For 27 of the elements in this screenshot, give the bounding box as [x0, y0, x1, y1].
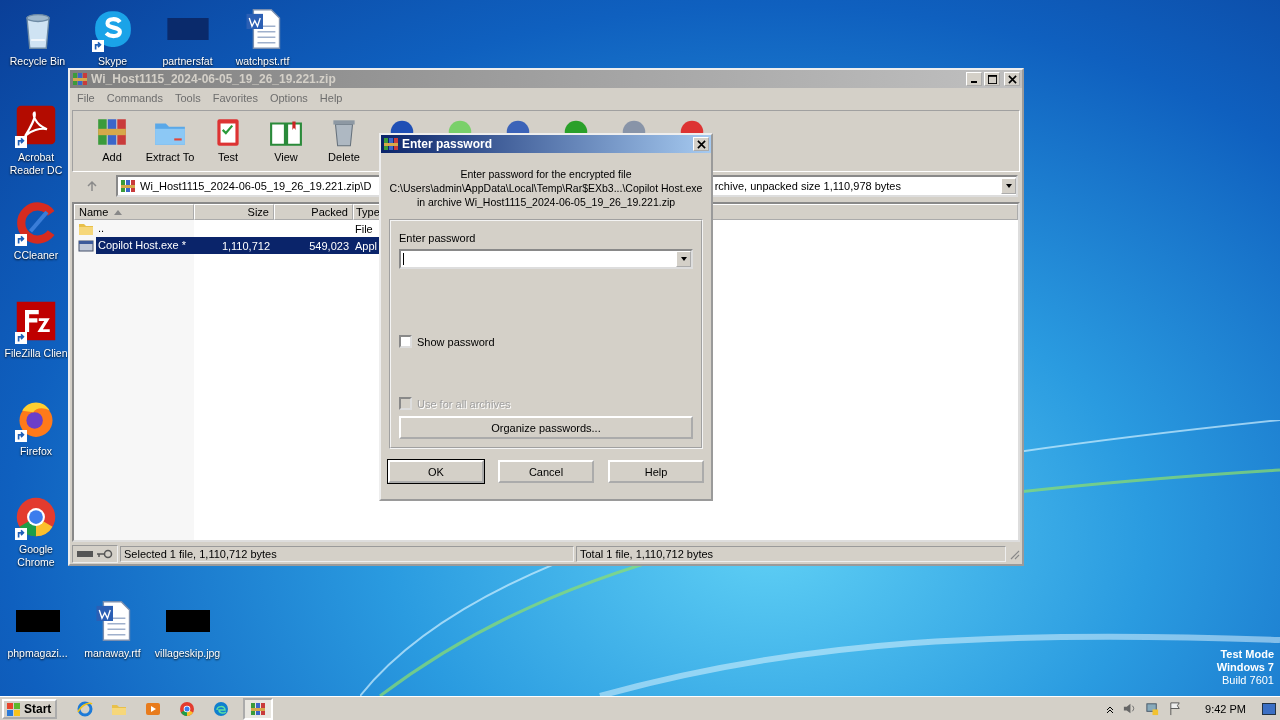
dialog-title: Enter password: [402, 137, 494, 151]
desktop-icon-label: phpmagazi...: [6, 647, 69, 660]
packed-size-cell: 549,023: [309, 239, 349, 252]
file-type-cell: Appl: [355, 239, 378, 252]
status-text: Total 1 file, 1,110,712 bytes: [576, 546, 1006, 562]
dialog-message-line: in archive Wi_Host1115_2024-06-05_19_26_19.221.zip: [416, 195, 676, 209]
file-size-cell: 1,110,712: [221, 239, 270, 252]
desktop-icon-label: manaway.rtf: [83, 647, 142, 660]
desktop-icon-label: CCleaner: [12, 249, 60, 262]
dialog-message-line: C:\Users\admin\AppData\Local\Temp\Rar$EXb3...\Copilot Host.exe: [389, 181, 703, 195]
test-mode-text: Windows 7: [1216, 661, 1274, 674]
test-mode-text: Test Mode: [1220, 648, 1274, 661]
desktop-icon-label: Skype: [96, 55, 129, 68]
file-type-cell: File: [355, 222, 373, 235]
desktop-icon-label: Google Chrome: [16, 543, 56, 569]
desktop-icon-label: FileZilla Clien: [3, 347, 69, 360]
checkbox-label: Show password: [417, 335, 495, 348]
desktop-icon-label: Recycle Bin: [8, 55, 67, 68]
field-label: Enter password: [399, 231, 477, 245]
test-mode-text: Build 7601: [1222, 674, 1274, 687]
desktop-icon-label: villageskip.jpg: [153, 647, 222, 660]
window-title: Wi_Host1115_2024-06-05_19_26_19.221.zip: [91, 72, 337, 86]
status-text: Selected 1 file, 1,110,712 bytes: [120, 546, 574, 562]
desktop-icon-label: Acrobat Reader DC: [8, 151, 64, 177]
desktop-icon-label: partnersfat: [161, 55, 214, 68]
desktop-icon-label: watchpst.rtf: [234, 55, 291, 68]
desktop-icon-label: Firefox: [18, 445, 54, 458]
